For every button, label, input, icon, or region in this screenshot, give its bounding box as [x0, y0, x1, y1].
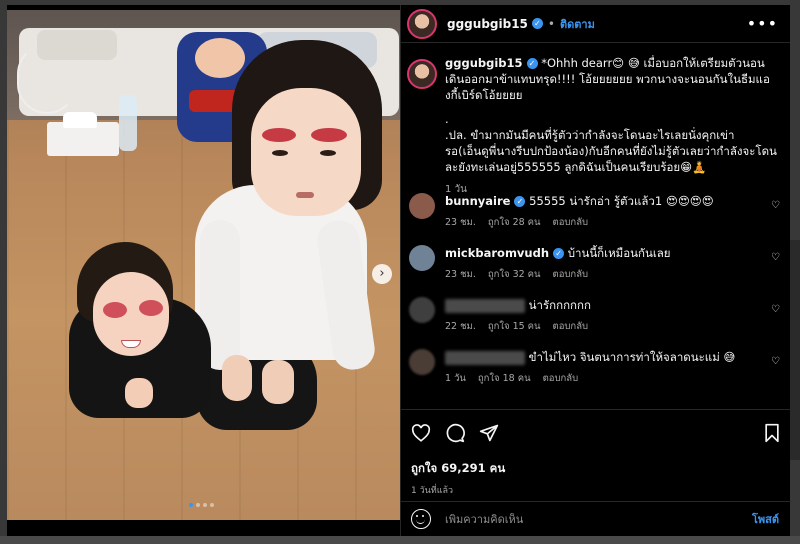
photo-eye [320, 150, 336, 156]
comment-username[interactable]: bunnyaire [445, 194, 510, 208]
photo-tissue [63, 112, 97, 128]
likes-count[interactable]: ถูกใจ 69,291 คน [411, 460, 781, 478]
bookmark-icon[interactable] [763, 423, 781, 443]
post-date: 1 วันที่แล้ว [411, 486, 454, 496]
caption-avatar[interactable] [407, 59, 437, 89]
photo-painted-brow [139, 300, 163, 316]
carousel-dot [210, 503, 214, 507]
carousel-next-button[interactable]: › [372, 264, 392, 284]
photo-cable [17, 44, 77, 114]
comment-username-blurred[interactable] [445, 350, 525, 365]
post-header: gggubgib15 ✓ • ติดตาม ••• [401, 5, 790, 43]
photo-eye [272, 150, 288, 156]
photo-toddler-hands [125, 378, 153, 408]
comment-like-icon[interactable]: ♡ [771, 252, 780, 263]
comment-text: น่ารักกกกกก [528, 298, 591, 312]
photo-mouth [296, 192, 314, 198]
photo-child-hand [222, 355, 252, 401]
photo-child-hand [262, 360, 294, 404]
comment-likes[interactable]: ถูกใจ 15 คน [488, 319, 541, 335]
caption-text-3: .ปล. ขำมากมันมีคนที่รู้ตัวว่ากำลังจะโดนอ… [445, 128, 777, 174]
comment-item: mickbaromvudh ✓ บ้านนี้ก็เหมือนกันเลย 23 … [401, 245, 790, 297]
add-comment-bar: โพสต์ [401, 501, 791, 536]
verified-badge-icon: ✓ [514, 196, 526, 207]
comment-meta: 23 ชม. ถูกใจ 32 คน ตอบกลับ [445, 267, 765, 283]
comment-avatar[interactable] [409, 245, 435, 271]
author-username[interactable]: gggubgib15 [447, 17, 528, 31]
photo-doll-head [195, 38, 245, 78]
comment-likes[interactable]: ถูกใจ 32 คน [488, 267, 541, 283]
backdrop-strip [0, 536, 800, 544]
comment-avatar-blurred[interactable] [409, 297, 435, 323]
comment-likes[interactable]: ถูกใจ 18 คน [478, 371, 531, 387]
post-side-panel: gggubgib15 ✓ • ติดตาม ••• gggubgib15 ✓ *O… [400, 5, 791, 536]
comment-like-icon[interactable]: ♡ [771, 356, 780, 367]
more-options-icon[interactable]: ••• [747, 14, 778, 33]
post-actions: ถูกใจ 69,291 คน 1 วันที่แล้ว [401, 409, 791, 497]
comment-like-icon[interactable]: ♡ [771, 200, 780, 211]
comment-username[interactable]: mickbaromvudh [445, 246, 549, 260]
comment-meta: 1 วัน ถูกใจ 18 คน ตอบกลับ [445, 371, 765, 387]
comment-time: 22 ชม. [445, 321, 476, 332]
comment-icon[interactable] [445, 423, 465, 443]
comment-reply-button[interactable]: ตอบกลับ [553, 319, 589, 335]
author-avatar[interactable] [407, 8, 437, 39]
comment-item: ขำไม่ไหว จินตนาการท่าให้จลาดนะแม่ 😅 1 วั… [401, 349, 790, 401]
comment-avatar[interactable] [409, 193, 435, 219]
background-thumbnail [790, 240, 800, 460]
comment-body: mickbaromvudh ✓ บ้านนี้ก็เหมือนกันเลย 23 … [445, 245, 765, 297]
emoji-icon[interactable] [411, 509, 431, 529]
carousel-dot [189, 503, 193, 507]
post-modal: › gggubgib15 ✓ • ติดตาม ••• gggubgib15 ✓ … [7, 5, 791, 536]
post-photo[interactable]: › [7, 10, 400, 520]
action-bar [411, 420, 781, 446]
comment-body: น่ารักกกกกก 22 ชม. ถูกใจ 15 คน ตอบกลับ [445, 297, 765, 349]
comment-like-icon[interactable]: ♡ [771, 304, 780, 315]
comment-time: 1 วัน [445, 373, 466, 384]
comment-reply-button[interactable]: ตอบกลับ [543, 371, 579, 387]
verified-badge-icon: ✓ [526, 58, 538, 69]
carousel-dots [189, 503, 214, 507]
photo-painted-brow [311, 128, 347, 142]
share-icon[interactable] [479, 423, 499, 443]
comment-input[interactable] [445, 512, 735, 526]
verified-badge-icon: ✓ [553, 248, 565, 259]
comment-body: bunnyaire ✓ 55555 น่ารักอ่า รู้ตัวแล้ว1 😍… [445, 193, 765, 245]
heart-icon[interactable] [411, 424, 431, 442]
comment-meta: 22 ชม. ถูกใจ 15 คน ตอบกลับ [445, 319, 765, 335]
photo-painted-brow [103, 302, 127, 318]
photo-painted-brow [262, 128, 296, 142]
comment-text: บ้านนี้ก็เหมือนกันเลย [567, 246, 671, 260]
comment-reply-button[interactable]: ตอบกลับ [553, 215, 589, 231]
post-caption: gggubgib15 ✓ *Ohhh dearr😊 😅 เมื่อบอกให้เต… [401, 43, 790, 195]
comment-text: ขำไม่ไหว จินตนาการท่าให้จลาดนะแม่ 😅 [528, 350, 736, 364]
comment-avatar-blurred[interactable] [409, 349, 435, 375]
comment-likes[interactable]: ถูกใจ 28 คน [488, 215, 541, 231]
comment-time: 23 ชม. [445, 217, 476, 228]
separator-dot: • [547, 16, 555, 31]
post-comment-button[interactable]: โพสต์ [752, 510, 779, 528]
caption-text-2: . [445, 112, 449, 126]
verified-badge-icon: ✓ [531, 18, 543, 29]
comment-item: น่ารักกกกกก 22 ชม. ถูกใจ 15 คน ตอบกลับ ♡ [401, 297, 790, 349]
comment-item: bunnyaire ✓ 55555 น่ารักอ่า รู้ตัวแล้ว1 😍… [401, 193, 790, 245]
comment-meta: 23 ชม. ถูกใจ 28 คน ตอบกลับ [445, 215, 765, 231]
comment-text: 55555 น่ารักอ่า รู้ตัวแล้ว1 😍😍😍😍 [529, 194, 714, 208]
follow-button[interactable]: ติดตาม [560, 15, 595, 33]
comment-body: ขำไม่ไหว จินตนาการท่าให้จลาดนะแม่ 😅 1 วั… [445, 349, 765, 401]
comment-time: 23 ชม. [445, 269, 476, 280]
photo-water-bottle [119, 95, 137, 151]
carousel-dot [203, 503, 207, 507]
caption-username[interactable]: gggubgib15 [445, 56, 523, 70]
comment-reply-button[interactable]: ตอบกลับ [553, 267, 589, 283]
carousel-dot [196, 503, 200, 507]
comment-username-blurred[interactable] [445, 298, 525, 313]
caption-body: gggubgib15 ✓ *Ohhh dearr😊 😅 เมื่อบอกให้เต… [445, 55, 778, 195]
